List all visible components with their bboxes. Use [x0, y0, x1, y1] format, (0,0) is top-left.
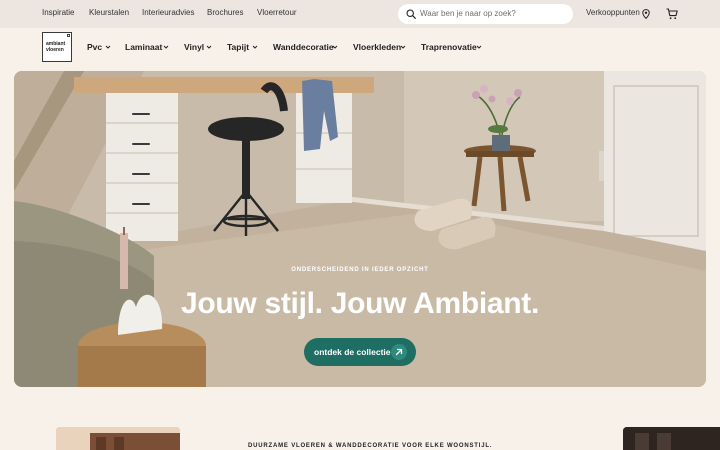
nav-item-vinyl[interactable]: Vinyl — [184, 42, 204, 52]
brand-logo[interactable]: ambiant vloeren — [42, 32, 72, 62]
nav-item-tapijt[interactable]: Tapijt — [227, 42, 249, 52]
topbar-link-vloerretour[interactable]: Vloerretour — [257, 8, 297, 17]
hero-banner: ONDERSCHEIDEND IN IEDER OPZICHT Jouw sti… — [14, 71, 706, 387]
topbar-link-inspiratie[interactable]: Inspiratie — [42, 8, 74, 17]
search-icon — [406, 9, 416, 19]
preview-image-right-art — [623, 427, 720, 450]
arrow-glyph — [395, 348, 403, 356]
search-placeholder: Waar ben je naar op zoek? — [420, 9, 516, 18]
nav-item-laminaat[interactable]: Laminaat — [125, 42, 162, 52]
chevron-down-icon — [332, 45, 338, 49]
topbar-link-kleurstalen[interactable]: Kleurstalen — [89, 8, 129, 17]
preview-image-left-art — [56, 427, 180, 450]
logo-wordmark: ambiant vloeren — [46, 41, 65, 53]
nav-item-wanddecoratie[interactable]: Wanddecoratie — [273, 42, 334, 52]
arrow-up-right-icon — [391, 344, 407, 360]
nav-item-pvc[interactable]: Pvc — [87, 42, 102, 52]
logo-mark — [67, 34, 70, 37]
chevron-down-icon — [163, 45, 169, 49]
topbar-link-brochures[interactable]: Brochures — [207, 8, 243, 17]
chevron-down-icon — [206, 45, 212, 49]
chevron-down-icon — [105, 45, 111, 49]
nav-item-vloerkleden[interactable]: Vloerkleden — [353, 42, 401, 52]
preview-image-right — [623, 427, 720, 450]
chevron-down-icon — [400, 45, 406, 49]
stores-link[interactable]: Verkooppunten — [586, 8, 640, 17]
cta-button[interactable]: ontdek de collectie — [304, 338, 416, 366]
hero-title: Jouw stijl. Jouw Ambiant. — [180, 287, 540, 320]
chevron-down-icon — [252, 45, 258, 49]
cart-icon[interactable] — [666, 8, 678, 20]
cta-label: ontdek de collectie — [314, 347, 391, 357]
hero-kicker: ONDERSCHEIDEND IN IEDER OPZICHT — [291, 267, 429, 273]
section-tagline: DUURZAME VLOEREN & WANDDECORATIE VOOR EL… — [248, 443, 493, 449]
logo-line-2: vloeren — [46, 46, 64, 53]
utility-bar: Inspiratie Kleurstalen Interieuradvies B… — [0, 0, 720, 28]
location-pin-icon[interactable] — [642, 9, 650, 19]
chevron-down-icon — [476, 45, 482, 49]
search-input[interactable]: Waar ben je naar op zoek? — [398, 4, 573, 24]
preview-image-left — [56, 427, 180, 450]
topbar-link-interieuradvies[interactable]: Interieuradvies — [142, 8, 194, 17]
nav-item-traprenovatie[interactable]: Traprenovatie — [421, 42, 477, 52]
